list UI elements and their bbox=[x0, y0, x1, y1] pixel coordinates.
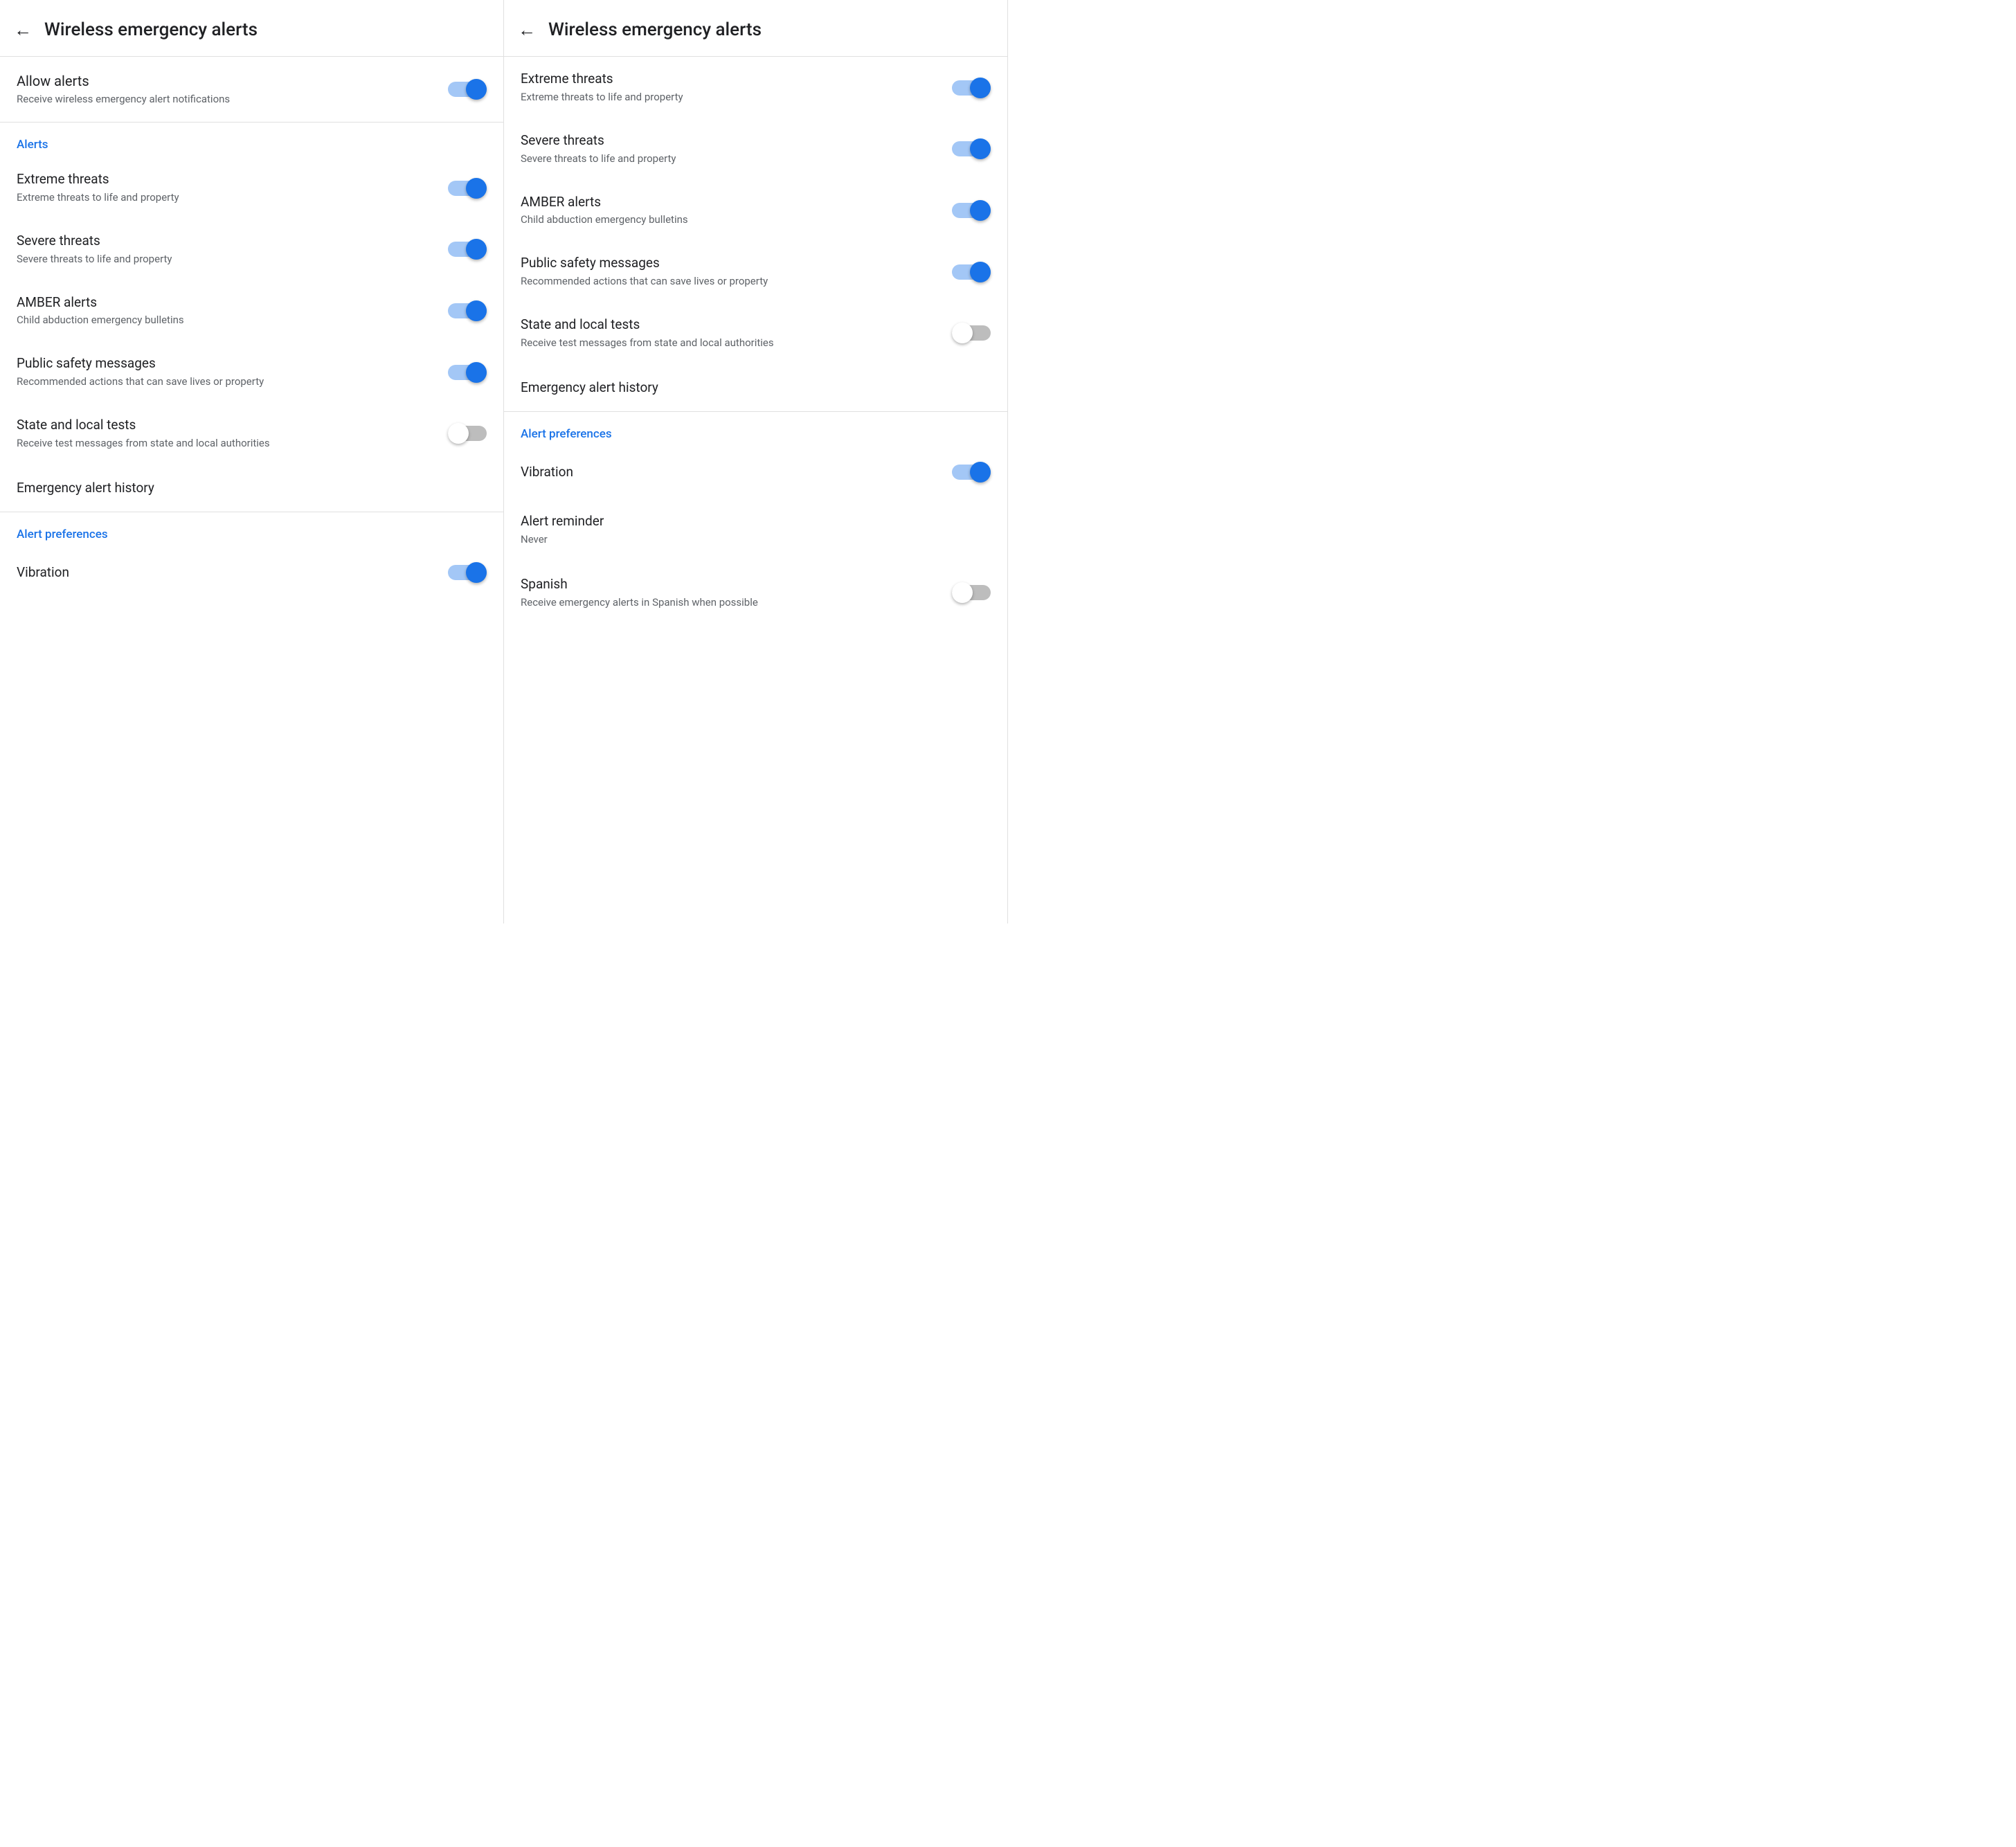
allow-alerts-title: Allow alerts bbox=[17, 72, 437, 90]
public-safety-subtitle-2: Recommended actions that can save lives … bbox=[521, 274, 941, 289]
extreme-threats-title-1: Extreme threats bbox=[17, 171, 437, 188]
public-safety-title-1: Public safety messages bbox=[17, 355, 437, 372]
vibration-title-2: Vibration bbox=[521, 464, 941, 481]
emergency-history-row-1[interactable]: Emergency alert history bbox=[0, 465, 503, 512]
alert-reminder-value-2: Never bbox=[521, 532, 980, 547]
spanish-subtitle-2: Receive emergency alerts in Spanish when… bbox=[521, 595, 941, 610]
state-local-toggle-1[interactable] bbox=[448, 423, 487, 444]
page-title-2: Wireless emergency alerts bbox=[548, 19, 762, 41]
amber-alerts-title-2: AMBER alerts bbox=[521, 194, 941, 211]
page-title-1: Wireless emergency alerts bbox=[44, 19, 258, 41]
vibration-row-1[interactable]: Vibration bbox=[0, 547, 503, 598]
panel-2: ← Wireless emergency alerts Extreme thre… bbox=[504, 0, 1008, 924]
vibration-title-1: Vibration bbox=[17, 564, 437, 582]
amber-alerts-subtitle-2: Child abduction emergency bulletins bbox=[521, 213, 941, 227]
amber-alerts-toggle-1[interactable] bbox=[448, 300, 487, 321]
spanish-toggle-2[interactable] bbox=[952, 582, 991, 603]
state-local-title-2: State and local tests bbox=[521, 316, 941, 334]
alert-reminder-row-2[interactable]: Alert reminder Never bbox=[504, 498, 1007, 562]
amber-alerts-toggle-2[interactable] bbox=[952, 200, 991, 221]
amber-alerts-row-2[interactable]: AMBER alerts Child abduction emergency b… bbox=[504, 180, 1007, 242]
amber-alerts-subtitle-1: Child abduction emergency bulletins bbox=[17, 313, 437, 327]
severe-threats-subtitle-2: Severe threats to life and property bbox=[521, 152, 941, 166]
severe-threats-row-1[interactable]: Severe threats Severe threats to life an… bbox=[0, 219, 503, 280]
severe-threats-toggle-1[interactable] bbox=[448, 239, 487, 260]
back-button-1[interactable]: ← bbox=[14, 21, 32, 39]
extreme-threats-row-2[interactable]: Extreme threats Extreme threats to life … bbox=[504, 57, 1007, 118]
spanish-row-2[interactable]: Spanish Receive emergency alerts in Span… bbox=[504, 562, 1007, 624]
extreme-threats-title-2: Extreme threats bbox=[521, 71, 941, 88]
severe-threats-row-2[interactable]: Severe threats Severe threats to life an… bbox=[504, 118, 1007, 180]
severe-threats-title-2: Severe threats bbox=[521, 132, 941, 150]
allow-alerts-row[interactable]: Allow alerts Receive wireless emergency … bbox=[0, 57, 503, 122]
amber-alerts-title-1: AMBER alerts bbox=[17, 294, 437, 312]
severe-threats-toggle-2[interactable] bbox=[952, 138, 991, 159]
header-1: ← Wireless emergency alerts bbox=[0, 0, 503, 57]
emergency-history-title-1: Emergency alert history bbox=[17, 480, 476, 497]
state-local-subtitle-1: Receive test messages from state and loc… bbox=[17, 436, 437, 451]
state-local-row-1[interactable]: State and local tests Receive test messa… bbox=[0, 403, 503, 465]
public-safety-toggle-1[interactable] bbox=[448, 362, 487, 383]
alerts-section-label-1: Alerts bbox=[0, 123, 503, 157]
public-safety-row-1[interactable]: Public safety messages Recommended actio… bbox=[0, 341, 503, 403]
state-local-toggle-2[interactable] bbox=[952, 323, 991, 343]
extreme-threats-subtitle-2: Extreme threats to life and property bbox=[521, 90, 941, 105]
extreme-threats-subtitle-1: Extreme threats to life and property bbox=[17, 190, 437, 205]
emergency-history-title-2: Emergency alert history bbox=[521, 379, 980, 397]
extreme-threats-toggle-1[interactable] bbox=[448, 178, 487, 199]
public-safety-toggle-2[interactable] bbox=[952, 262, 991, 282]
vibration-toggle-2[interactable] bbox=[952, 462, 991, 483]
toggle-thumb bbox=[466, 79, 487, 100]
state-local-row-2[interactable]: State and local tests Receive test messa… bbox=[504, 303, 1007, 364]
severe-threats-title-1: Severe threats bbox=[17, 233, 437, 250]
public-safety-subtitle-1: Recommended actions that can save lives … bbox=[17, 375, 437, 389]
public-safety-title-2: Public safety messages bbox=[521, 255, 941, 272]
state-local-subtitle-2: Receive test messages from state and loc… bbox=[521, 336, 941, 350]
preferences-section-label-1: Alert preferences bbox=[0, 512, 503, 547]
allow-alerts-text: Allow alerts Receive wireless emergency … bbox=[17, 72, 448, 107]
back-button-2[interactable]: ← bbox=[518, 21, 536, 39]
public-safety-row-2[interactable]: Public safety messages Recommended actio… bbox=[504, 241, 1007, 303]
vibration-toggle-1[interactable] bbox=[448, 562, 487, 583]
extreme-threats-toggle-2[interactable] bbox=[952, 78, 991, 98]
state-local-title-1: State and local tests bbox=[17, 417, 437, 434]
extreme-threats-row-1[interactable]: Extreme threats Extreme threats to life … bbox=[0, 157, 503, 219]
emergency-history-row-2[interactable]: Emergency alert history bbox=[504, 364, 1007, 412]
preferences-section-label-2: Alert preferences bbox=[504, 412, 1007, 447]
vibration-row-2[interactable]: Vibration bbox=[504, 447, 1007, 498]
spanish-title-2: Spanish bbox=[521, 576, 941, 593]
amber-alerts-row-1[interactable]: AMBER alerts Child abduction emergency b… bbox=[0, 280, 503, 342]
alert-reminder-title-2: Alert reminder bbox=[521, 513, 980, 530]
severe-threats-subtitle-1: Severe threats to life and property bbox=[17, 252, 437, 267]
panel-1: ← Wireless emergency alerts Allow alerts… bbox=[0, 0, 504, 924]
allow-alerts-subtitle: Receive wireless emergency alert notific… bbox=[17, 92, 437, 107]
header-2: ← Wireless emergency alerts bbox=[504, 0, 1007, 57]
allow-alerts-toggle[interactable] bbox=[448, 79, 487, 100]
